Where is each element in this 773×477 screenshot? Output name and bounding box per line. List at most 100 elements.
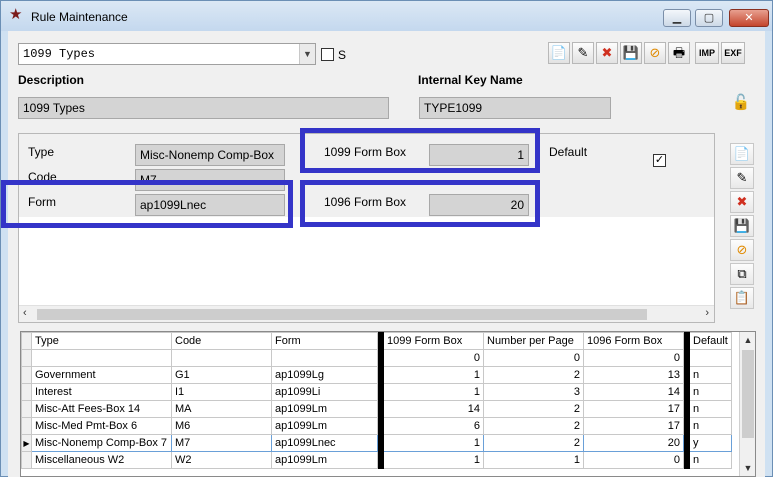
cell-type[interactable]: Misc-Med Pmt-Box 6 bbox=[31, 417, 172, 435]
cell-1099-box[interactable]: 0 bbox=[383, 349, 484, 367]
row-indicator[interactable] bbox=[21, 400, 32, 418]
cell-1096-box[interactable]: 13 bbox=[583, 366, 684, 384]
table-row[interactable]: Interest I1 ap1099Li 1 3 14 n bbox=[21, 383, 732, 401]
import-button[interactable]: IMP bbox=[695, 42, 719, 64]
column-header-default[interactable]: Default bbox=[689, 332, 732, 350]
scroll-down-icon[interactable]: ▼ bbox=[740, 460, 755, 476]
cell-default[interactable]: y bbox=[689, 434, 732, 452]
cell-number-per-page[interactable]: 3 bbox=[483, 383, 584, 401]
scroll-up-icon[interactable]: ▲ bbox=[740, 332, 755, 348]
cell-1096-box[interactable]: 14 bbox=[583, 383, 684, 401]
vertical-scrollbar[interactable]: ▲ ▼ bbox=[739, 332, 755, 476]
export-button[interactable]: EXF bbox=[721, 42, 745, 64]
cell-default[interactable]: n bbox=[689, 417, 732, 435]
cell-1099-box[interactable]: 1 bbox=[383, 434, 484, 452]
cell-code[interactable]: G1 bbox=[171, 366, 272, 384]
cell-code[interactable]: M7 bbox=[171, 434, 272, 452]
cell-type[interactable]: Miscellaneous W2 bbox=[31, 451, 172, 469]
column-header-1099-box[interactable]: 1099 Form Box bbox=[383, 332, 484, 350]
cell-default[interactable] bbox=[689, 349, 732, 367]
cell-code[interactable]: I1 bbox=[171, 383, 272, 401]
cell-form[interactable]: ap1099Lnec bbox=[271, 434, 378, 452]
cell-default[interactable]: n bbox=[689, 400, 732, 418]
cell-default[interactable]: n bbox=[689, 451, 732, 469]
cell-type[interactable]: Government bbox=[31, 366, 172, 384]
cell-form[interactable]: ap1099Lm bbox=[271, 417, 378, 435]
cell-code[interactable]: MA bbox=[171, 400, 272, 418]
delete-icon[interactable]: ✖ bbox=[596, 42, 618, 64]
side-delete-icon[interactable]: ✖ bbox=[730, 191, 754, 213]
title-bar[interactable]: ★ Rule Maintenance ▁ ▢ ✕ bbox=[1, 1, 772, 31]
cell-form[interactable] bbox=[271, 349, 378, 367]
cell-code[interactable]: W2 bbox=[171, 451, 272, 469]
side-new-icon[interactable]: 📄 bbox=[730, 143, 754, 165]
side-save-icon[interactable]: 💾 bbox=[730, 215, 754, 237]
cell-type[interactable]: Misc-Nonemp Comp-Box 7 bbox=[31, 434, 172, 452]
rule-type-select[interactable]: 1099 Types ▼ bbox=[18, 43, 316, 65]
cell-form[interactable]: ap1099Lg bbox=[271, 366, 378, 384]
side-copy-icon[interactable]: ⧉ bbox=[730, 263, 754, 285]
scroll-right-icon[interactable]: › bbox=[705, 307, 709, 319]
column-header-code[interactable]: Code bbox=[171, 332, 272, 350]
minimize-button[interactable]: ▁ bbox=[663, 9, 691, 27]
row-indicator[interactable] bbox=[21, 451, 32, 469]
table-row[interactable]: Miscellaneous W2 W2 ap1099Lm 1 1 0 n bbox=[21, 451, 732, 469]
table-row[interactable]: Government G1 ap1099Lg 1 2 13 n bbox=[21, 366, 732, 384]
cell-code[interactable] bbox=[171, 349, 272, 367]
cell-code[interactable]: M6 bbox=[171, 417, 272, 435]
row-indicator[interactable] bbox=[21, 349, 32, 367]
close-button[interactable]: ✕ bbox=[729, 9, 769, 27]
cell-1099-box[interactable]: 6 bbox=[383, 417, 484, 435]
cell-form[interactable]: ap1099Li bbox=[271, 383, 378, 401]
cell-form[interactable]: ap1099Lm bbox=[271, 400, 378, 418]
table-row[interactable]: Misc-Med Pmt-Box 6 M6 ap1099Lm 6 2 17 n bbox=[21, 417, 732, 435]
cell-number-per-page[interactable]: 2 bbox=[483, 434, 584, 452]
side-cancel-icon[interactable]: ⊘ bbox=[730, 239, 754, 261]
row-indicator[interactable] bbox=[21, 417, 32, 435]
cell-number-per-page[interactable]: 2 bbox=[483, 417, 584, 435]
cell-type[interactable] bbox=[31, 349, 172, 367]
table-row[interactable]: ▶ Misc-Nonemp Comp-Box 7 M7 ap1099Lnec 1 2 20 y bbox=[21, 434, 732, 452]
save-icon[interactable]: 💾 bbox=[620, 42, 642, 64]
default-checkbox[interactable]: ✓ bbox=[653, 154, 666, 167]
cell-1096-box[interactable]: 17 bbox=[583, 417, 684, 435]
column-header-1096-box[interactable]: 1096 Form Box bbox=[583, 332, 684, 350]
cancel-icon[interactable]: ⊘ bbox=[644, 42, 666, 64]
table-row[interactable]: 000 bbox=[21, 349, 732, 367]
cell-default[interactable]: n bbox=[689, 366, 732, 384]
table-row[interactable]: Misc-Att Fees-Box 14 MA ap1099Lm 14 2 17 n bbox=[21, 400, 732, 418]
current-row-indicator-icon[interactable]: ▶ bbox=[21, 434, 32, 452]
column-header-number-per-page[interactable]: Number per Page bbox=[483, 332, 584, 350]
cell-number-per-page[interactable]: 0 bbox=[483, 349, 584, 367]
scroll-left-icon[interactable]: ‹ bbox=[23, 307, 27, 319]
new-icon[interactable]: 📄 bbox=[548, 42, 570, 64]
cell-1099-box[interactable]: 1 bbox=[383, 383, 484, 401]
internal-key-field[interactable]: TYPE1099 bbox=[419, 97, 611, 119]
column-header-type[interactable]: Type bbox=[31, 332, 172, 350]
row-indicator[interactable] bbox=[21, 383, 32, 401]
cell-1096-box[interactable]: 20 bbox=[583, 434, 684, 452]
cell-default[interactable]: n bbox=[689, 383, 732, 401]
side-paste-icon[interactable]: 📋 bbox=[730, 287, 754, 309]
column-header-form[interactable]: Form bbox=[271, 332, 378, 350]
edit-icon[interactable]: ✎ bbox=[572, 42, 594, 64]
cell-1099-box[interactable]: 1 bbox=[383, 451, 484, 469]
cell-1096-box[interactable]: 0 bbox=[583, 349, 684, 367]
cell-1096-box[interactable]: 0 bbox=[583, 451, 684, 469]
print-icon[interactable]: 🖶 bbox=[668, 42, 690, 64]
s-checkbox[interactable] bbox=[321, 48, 334, 61]
horizontal-scroll-thumb[interactable] bbox=[37, 309, 647, 320]
cell-number-per-page[interactable]: 2 bbox=[483, 366, 584, 384]
unlock-icon[interactable]: 🔓 bbox=[729, 93, 753, 115]
type-field[interactable]: Misc-Nonemp Comp-Box bbox=[135, 144, 285, 166]
cell-1099-box[interactable]: 1 bbox=[383, 366, 484, 384]
cell-type[interactable]: Interest bbox=[31, 383, 172, 401]
row-indicator[interactable] bbox=[21, 366, 32, 384]
vertical-scroll-thumb[interactable] bbox=[742, 350, 754, 438]
chevron-down-icon[interactable]: ▼ bbox=[299, 44, 315, 64]
cell-1096-box[interactable]: 17 bbox=[583, 400, 684, 418]
description-field[interactable]: 1099 Types bbox=[18, 97, 389, 119]
horizontal-scrollbar[interactable]: ‹ › bbox=[19, 305, 714, 322]
cell-type[interactable]: Misc-Att Fees-Box 14 bbox=[31, 400, 172, 418]
maximize-button[interactable]: ▢ bbox=[695, 9, 723, 27]
